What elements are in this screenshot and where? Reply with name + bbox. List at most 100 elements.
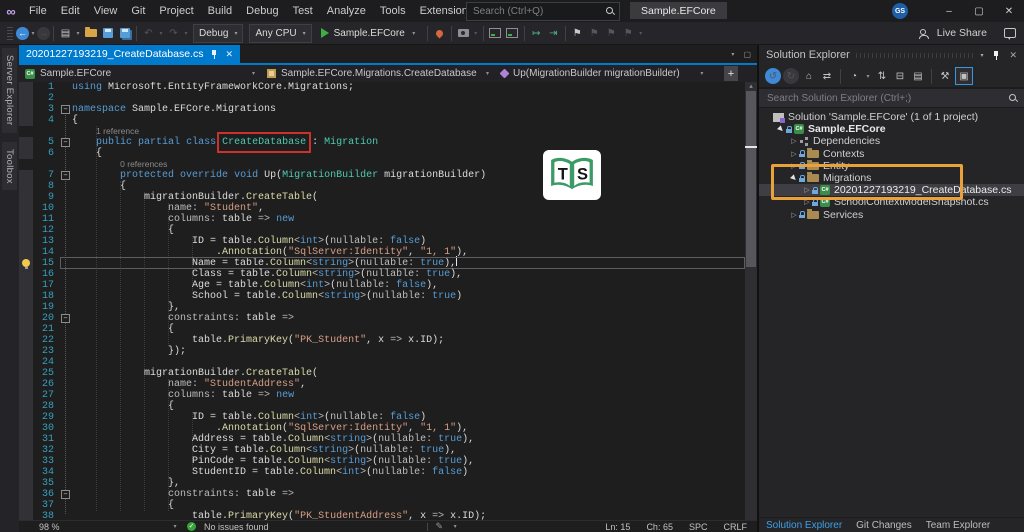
code-line-17[interactable]: 17 Age = table.Column<int>(nullable: fal…	[19, 280, 757, 291]
fold-margin[interactable]	[60, 148, 72, 159]
breakpoint-margin[interactable]	[19, 434, 33, 445]
code-line-20[interactable]: 20– constraints: table =>	[19, 313, 757, 324]
toolbox-tab[interactable]: Toolbox	[2, 141, 17, 191]
chevron-down-icon[interactable]: ▾	[29, 30, 37, 37]
breakpoint-margin[interactable]	[19, 93, 33, 104]
console-window-alt-icon[interactable]	[504, 25, 521, 42]
fold-margin[interactable]	[60, 434, 72, 445]
bookmark-next-icon[interactable]: ⚑	[603, 25, 620, 42]
fold-margin[interactable]	[60, 181, 72, 192]
fold-margin[interactable]	[60, 236, 72, 247]
menu-view[interactable]: View	[87, 0, 125, 22]
breakpoint-margin[interactable]	[19, 401, 33, 412]
fold-margin[interactable]	[60, 357, 72, 368]
pending-changes-icon[interactable]: ◔	[846, 68, 862, 84]
close-button[interactable]: ✕	[994, 0, 1024, 22]
chevron-down-icon[interactable]: ▾	[637, 30, 645, 37]
breakpoint-margin[interactable]	[19, 214, 33, 225]
code-line-22[interactable]: 22 table.PrimaryKey("PK_Student", x => x…	[19, 335, 757, 346]
code-line-26[interactable]: 26 name: "StudentAddress",	[19, 379, 757, 390]
menu-build[interactable]: Build	[201, 0, 239, 22]
breakpoint-margin[interactable]	[19, 104, 33, 115]
nav-forward-icon[interactable]: →	[37, 26, 50, 40]
code-line-33[interactable]: 33 PinCode = table.Column<string>(nullab…	[19, 456, 757, 467]
collapsed-expander-icon[interactable]: ▷	[802, 186, 812, 194]
fold-margin[interactable]	[60, 500, 72, 511]
breakpoint-margin[interactable]	[19, 489, 33, 500]
fold-margin[interactable]	[60, 247, 72, 258]
tree-item-solution-sample-efcore-1-of-1-project-[interactable]: Solution 'Sample.EFCore' (1 of 1 project…	[759, 111, 1024, 123]
fold-margin[interactable]	[60, 467, 72, 478]
tree-item-sample-efcore[interactable]: ▶Sample.EFCore	[759, 123, 1024, 135]
scrollbar-thumb[interactable]	[746, 91, 756, 267]
collapsed-expander-icon[interactable]: ▷	[802, 198, 812, 206]
tree-item-contexts[interactable]: ▷ Contexts	[759, 147, 1024, 160]
chevron-down-icon[interactable]: ▾	[980, 52, 983, 59]
feedback-icon[interactable]	[1004, 28, 1016, 40]
nav-back-icon[interactable]: ↺	[765, 68, 781, 84]
fold-margin[interactable]	[60, 324, 72, 335]
breakpoint-margin[interactable]	[19, 390, 33, 401]
collapsed-expander-icon[interactable]: ▷	[789, 150, 799, 158]
breakpoint-margin[interactable]	[19, 313, 33, 324]
code-line-12[interactable]: 12 {	[19, 225, 757, 236]
breadcrumb-type-dropdown[interactable]: Sample.EFCore.Migrations.CreateDatabase …	[261, 65, 495, 82]
code-line-7[interactable]: 7– protected override void Up(MigrationB…	[19, 170, 757, 181]
fold-margin[interactable]	[60, 423, 72, 434]
breakpoint-margin[interactable]	[19, 478, 33, 489]
step-tool-icon[interactable]: ↦	[528, 25, 545, 42]
tree-item-20201227193219-createdatabase-cs[interactable]: ▷ 20201227193219_CreateDatabase.cs	[759, 184, 1024, 197]
breakpoint-margin[interactable]	[19, 203, 33, 214]
fold-margin[interactable]	[60, 511, 72, 520]
code-line-23[interactable]: 23 });	[19, 346, 757, 357]
fold-margin[interactable]	[60, 225, 72, 236]
fold-collapse-icon[interactable]: –	[61, 105, 70, 114]
fold-margin[interactable]: –	[60, 137, 72, 148]
fold-margin[interactable]	[60, 115, 72, 126]
bookmark-clear-icon[interactable]: ⚑	[620, 25, 637, 42]
solution-search-box[interactable]	[759, 88, 1024, 108]
fold-margin[interactable]	[60, 379, 72, 390]
code-line-32[interactable]: 32 City = table.Column<string>(nullable:…	[19, 445, 757, 456]
breakpoint-margin[interactable]	[19, 368, 33, 379]
configuration-combo[interactable]: Debug ▾	[193, 23, 244, 43]
breadcrumb-project-dropdown[interactable]: Sample.EFCore ▾	[19, 65, 261, 82]
menu-edit[interactable]: Edit	[54, 0, 87, 22]
code-line-4[interactable]: 4{	[19, 115, 757, 126]
chevron-down-icon[interactable]: ▾	[472, 30, 480, 37]
zoom-control[interactable]: 98 % ▾	[39, 522, 179, 532]
quick-search-box[interactable]	[466, 2, 620, 21]
breakpoint-margin[interactable]	[19, 225, 33, 236]
console-window-icon[interactable]	[487, 25, 504, 42]
code-line-25[interactable]: 25 migrationBuilder.CreateTable(	[19, 368, 757, 379]
code-line-19[interactable]: 19 },	[19, 302, 757, 313]
breadcrumb-member-dropdown[interactable]: Up(MigrationBuilder migrationBuilder) ▾ …	[495, 65, 757, 82]
server-explorer-tab[interactable]: Server Explorer	[2, 48, 17, 133]
fold-margin[interactable]	[60, 302, 72, 313]
code-line-31[interactable]: 31 Address = table.Column<string>(nullab…	[19, 434, 757, 445]
breakpoint-margin[interactable]	[19, 192, 33, 203]
save-icon[interactable]	[99, 25, 116, 42]
tree-item-entity[interactable]: ▷ Entity	[759, 159, 1024, 172]
tab-options-icon[interactable]: ▢	[743, 50, 751, 59]
breakpoint-margin[interactable]	[19, 467, 33, 478]
breakpoint-margin[interactable]	[19, 456, 33, 467]
chevron-down-icon[interactable]: ▾	[864, 73, 872, 80]
code-line-10[interactable]: 10 name: "Student",	[19, 203, 757, 214]
bottom-tab-team-explorer[interactable]: Team Explorer	[919, 520, 997, 531]
code-line-38[interactable]: 38 table.PrimaryKey("PK_StudentAddress",…	[19, 511, 757, 520]
code-line-37[interactable]: 37 {	[19, 500, 757, 511]
breakpoint-margin[interactable]	[19, 302, 33, 313]
breakpoint-margin[interactable]	[19, 500, 33, 511]
breakpoint-margin[interactable]	[19, 346, 33, 357]
fold-margin[interactable]	[60, 192, 72, 203]
fold-margin[interactable]	[60, 203, 72, 214]
step-tool-alt-icon[interactable]: ⇥	[545, 25, 562, 42]
lightbulb-icon[interactable]	[22, 259, 30, 269]
code-line-2[interactable]: 2	[19, 93, 757, 104]
breakpoint-margin[interactable]	[19, 115, 33, 126]
breakpoint-margin[interactable]	[19, 379, 33, 390]
breakpoint-margin[interactable]	[19, 423, 33, 434]
menu-tools[interactable]: Tools	[373, 0, 413, 22]
close-icon[interactable]: ✕	[225, 49, 233, 60]
